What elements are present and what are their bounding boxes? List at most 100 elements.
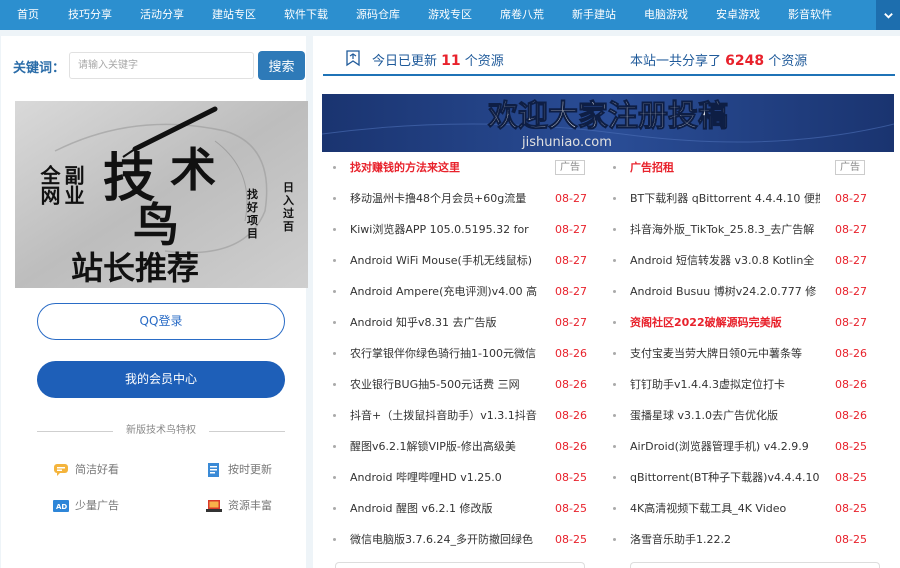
list-item-date: 08-26 [835, 378, 867, 391]
list-item-title[interactable]: Android 知乎v8.31 去广告版 [350, 307, 540, 338]
bullet [613, 507, 616, 510]
nav-more-button[interactable] [876, 0, 900, 30]
today-prefix: 今日已更新 [372, 54, 438, 69]
nav-item-home[interactable]: 首页 [10, 0, 46, 30]
list-item[interactable]: 支付宝麦当劳大牌日领0元中薯条等 08-26 [593, 338, 867, 369]
contribute-banner[interactable]: 欢迎大家注册投稿 jishuniao.com [322, 94, 894, 152]
privilege-label: 资源丰富 [228, 499, 272, 512]
list-item[interactable]: AirDroid(浏览器管理手机) v4.2.9.9 08-25 [593, 431, 867, 462]
list-item[interactable]: 钉钉助手v1.4.4.3虚拟定位打卡 08-26 [593, 369, 867, 400]
nav-item-games[interactable]: 游戏专区 [422, 0, 478, 30]
list-item-title[interactable]: 资阁社区2022破解源码完美版 [630, 307, 820, 338]
list-item[interactable]: Kiwi浏览器APP 105.0.5195.32 for 08-27 [313, 214, 587, 245]
search-input[interactable] [69, 52, 254, 79]
list-item-title[interactable]: Android 哔哩哔哩HD v1.25.0 [350, 462, 540, 493]
list-item[interactable]: Android Busuu 博树v24.2.0.777 修 08-27 [593, 276, 867, 307]
list-item[interactable]: 移动温州卡撸48个月会员+60g流量 08-27 [313, 183, 587, 214]
chevron-down-icon [883, 12, 893, 19]
list-item-title[interactable]: BT下载利器 qBittorrent 4.4.4.10 便携 [630, 183, 820, 214]
list-item[interactable]: 抖音+（土拨鼠抖音助手）v1.3.1抖音 08-26 [313, 400, 587, 431]
next-section-edge-right [630, 562, 880, 568]
list-item-date: 08-27 [555, 254, 587, 267]
list-item[interactable]: 农业银行BUG抽5-500元话费 三网 08-26 [313, 369, 587, 400]
nav-item-pc-games[interactable]: 电脑游戏 [638, 0, 694, 30]
list-item-title[interactable]: Android 醒图 v6.2.1 修改版 [350, 493, 540, 524]
bullet [613, 383, 616, 386]
list-item[interactable]: Android 短信转发器 v3.0.8 Kotlin全 08-27 [593, 245, 867, 276]
divider-line-right [209, 431, 285, 432]
list-item-title[interactable]: AirDroid(浏览器管理手机) v4.2.9.9 [630, 431, 820, 462]
list-item[interactable]: Android 知乎v8.31 去广告版 08-27 [313, 307, 587, 338]
privilege-label: 按时更新 [228, 463, 272, 476]
list-item-title[interactable]: qBittorrent(BT种子下载器)v4.4.4.10 [630, 462, 820, 493]
list-item-title[interactable]: 找对赚钱的方法来这里 [350, 152, 540, 183]
list-item[interactable]: 洛雪音乐助手1.22.2 08-25 [593, 524, 867, 555]
bullet [333, 445, 336, 448]
list-item[interactable]: 醒图v6.2.1解锁VIP版-修出高级美 08-26 [313, 431, 587, 462]
bullet [333, 259, 336, 262]
list-item-title[interactable]: 微信电脑版3.7.6.24_多开防撤回绿色 [350, 524, 540, 555]
ad-badge: 广告 [835, 160, 865, 175]
list-item[interactable]: Android 哔哩哔哩HD v1.25.0 08-25 [313, 462, 587, 493]
nav-item-events[interactable]: 活动分享 [134, 0, 190, 30]
list-item[interactable]: 资阁社区2022破解源码完美版 08-27 [593, 307, 867, 338]
recommend-banner[interactable]: 全网 副业 技 术 鸟 找 好 项 目 日 入 过 百 站长推荐 [15, 101, 308, 288]
list-item-title[interactable]: 蛋播星球 v3.1.0去广告优化版 [630, 400, 820, 431]
list-item[interactable]: 蛋播星球 v3.1.0去广告优化版 08-26 [593, 400, 867, 431]
nav-item-media[interactable]: 影音软件 [782, 0, 838, 30]
list-item-title[interactable]: 农行掌银伴你绿色骑行抽1-100元微信 [350, 338, 540, 369]
nav-item-tips[interactable]: 技巧分享 [62, 0, 118, 30]
list-item[interactable]: 找对赚钱的方法来这里 广告 [313, 152, 585, 183]
bullet [613, 290, 616, 293]
next-section-edge-left [335, 562, 585, 568]
bullet [333, 352, 336, 355]
bullet [613, 321, 616, 324]
list-item-title[interactable]: 4K高清视频下载工具_4K Video [630, 493, 820, 524]
nav-item-software[interactable]: 软件下载 [278, 0, 334, 30]
list-item[interactable]: qBittorrent(BT种子下载器)v4.4.4.10 08-25 [593, 462, 867, 493]
list-item[interactable]: Android Ampere(充电评测)v4.00 高 08-27 [313, 276, 587, 307]
list-item[interactable]: 抖音海外版_TikTok_25.8.3_去广告解 08-27 [593, 214, 867, 245]
search-button[interactable]: 搜索 [258, 51, 305, 80]
list-item-date: 08-27 [555, 223, 587, 236]
qq-login-button[interactable]: QQ登录 [37, 303, 285, 340]
list-item-date: 08-25 [555, 533, 587, 546]
list-item[interactable]: 4K高清视频下载工具_4K Video 08-25 [593, 493, 867, 524]
list-item-title[interactable]: 钉钉助手v1.4.4.3虚拟定位打卡 [630, 369, 820, 400]
banner-text-quanwang: 全网 [37, 164, 61, 205]
main-content: 今日已更新 11 个资源 本站一共分享了 6248 个资源 欢迎大家注册投稿 j… [313, 36, 900, 568]
top-nav: 首页 技巧分享 活动分享 建站专区 软件下载 源码仓库 游戏专区 席卷八荒 新手… [0, 0, 900, 30]
list-item-title[interactable]: Android 短信转发器 v3.0.8 Kotlin全 [630, 245, 820, 276]
list-item[interactable]: 微信电脑版3.7.6.24_多开防撤回绿色 08-25 [313, 524, 587, 555]
bullet [613, 228, 616, 231]
today-stat: 今日已更新 11 个资源 [372, 50, 504, 69]
nav-item-xijuan[interactable]: 席卷八荒 [494, 0, 550, 30]
list-item[interactable]: Android 醒图 v6.2.1 修改版 08-25 [313, 493, 587, 524]
list-item-date: 08-26 [835, 347, 867, 360]
list-item-title[interactable]: 广告招租 [630, 152, 820, 183]
list-item-title[interactable]: 支付宝麦当劳大牌日领0元中薯条等 [630, 338, 820, 369]
list-item-title[interactable]: 抖音+（土拨鼠抖音助手）v1.3.1抖音 [350, 400, 540, 431]
list-item-date: 08-25 [835, 533, 867, 546]
list-item-title[interactable]: 醒图v6.2.1解锁VIP版-修出高级美 [350, 431, 540, 462]
list-item[interactable]: Android WiFi Mouse(手机无线鼠标) 08-27 [313, 245, 587, 276]
nav-item-beginner[interactable]: 新手建站 [566, 0, 622, 30]
list-item[interactable]: 农行掌银伴你绿色骑行抽1-100元微信 08-26 [313, 338, 587, 369]
member-center-button[interactable]: 我的会员中心 [37, 361, 285, 398]
list-item-title[interactable]: 抖音海外版_TikTok_25.8.3_去广告解 [630, 214, 820, 245]
nav-item-website[interactable]: 建站专区 [206, 0, 262, 30]
nav-item-android-games[interactable]: 安卓游戏 [710, 0, 766, 30]
nav-item-source[interactable]: 源码仓库 [350, 0, 406, 30]
list-item-title[interactable]: 洛雪音乐助手1.22.2 [630, 524, 820, 555]
list-item-title[interactable]: Kiwi浏览器APP 105.0.5195.32 for [350, 214, 540, 245]
list-item-title[interactable]: 移动温州卡撸48个月会员+60g流量 [350, 183, 540, 214]
list-item-title[interactable]: Android WiFi Mouse(手机无线鼠标) [350, 245, 540, 276]
list-item-title[interactable]: Android Ampere(充电评测)v4.00 高 [350, 276, 540, 307]
list-item[interactable]: 广告招租 广告 [593, 152, 865, 183]
list-item-title[interactable]: 农业银行BUG抽5-500元话费 三网 [350, 369, 540, 400]
list-item[interactable]: BT下载利器 qBittorrent 4.4.4.10 便携 08-27 [593, 183, 867, 214]
bullet [613, 414, 616, 417]
list-item-title[interactable]: Android Busuu 博树v24.2.0.777 修 [630, 276, 820, 307]
document-icon [208, 463, 219, 477]
stats-bar: 今日已更新 11 个资源 本站一共分享了 6248 个资源 [323, 46, 895, 76]
